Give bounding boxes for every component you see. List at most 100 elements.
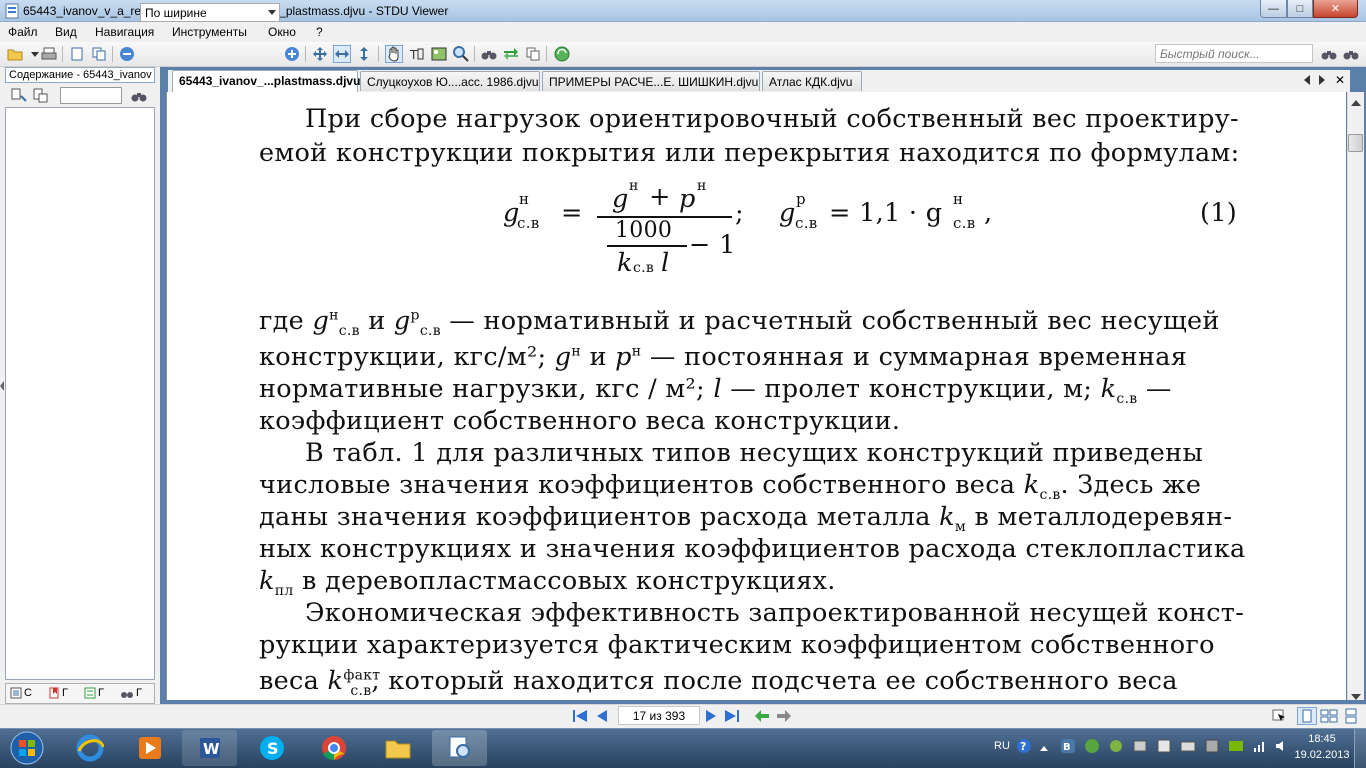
- sidebar-contents-tree[interactable]: [5, 107, 155, 680]
- tab-document-1[interactable]: 65443_ivanov_...plastmass.djvu: [172, 70, 360, 92]
- menu-file[interactable]: Файл: [8, 25, 38, 39]
- tab-document-3[interactable]: ПРИМЕРЫ РАСЧЕ...Е. ШИШКИН.djvu: [542, 71, 760, 91]
- taskbar-media-player[interactable]: [122, 730, 177, 766]
- tab-scroll-right-icon[interactable]: [1318, 74, 1326, 88]
- taskbar-skype[interactable]: S: [244, 730, 299, 766]
- print-icon[interactable]: [40, 45, 58, 63]
- tray-app-icon[interactable]: [1084, 738, 1100, 757]
- sidebar-tab-bookmarks[interactable]: Г: [46, 685, 80, 701]
- cursor-icon[interactable]: [1272, 709, 1286, 726]
- first-page-icon[interactable]: [572, 709, 588, 726]
- show-desktop-button[interactable]: [1354, 729, 1366, 768]
- nvidia-icon[interactable]: [1228, 738, 1244, 757]
- taskbar-chrome[interactable]: [306, 730, 361, 766]
- tab-document-4[interactable]: Атлас КДК.djvu: [762, 71, 862, 91]
- tray-app-icon[interactable]: [1204, 738, 1220, 757]
- close-button[interactable]: ✕: [1313, 0, 1358, 18]
- continuous-view-icon[interactable]: [1342, 708, 1360, 727]
- media-player-icon: [138, 737, 161, 759]
- binoculars-icon: [121, 692, 133, 698]
- sidebar-binoculars-icon[interactable]: [130, 87, 148, 105]
- volume-icon[interactable]: [1274, 738, 1290, 757]
- page-indicator[interactable]: 17 из 393: [618, 706, 700, 725]
- sidebar-tab-contents[interactable]: С: [8, 685, 42, 701]
- start-button[interactable]: [2, 729, 52, 767]
- fit-width-icon[interactable]: [333, 45, 351, 63]
- vertical-scrollbar[interactable]: [1347, 92, 1364, 700]
- clock-date[interactable]: 19.02.2013: [1294, 749, 1350, 761]
- page-icon[interactable]: [68, 45, 86, 63]
- menu-tools[interactable]: Инструменты: [172, 25, 247, 39]
- sidebar-title[interactable]: Содержание - 65443_ivanov: [5, 67, 155, 83]
- text-line: Экономическая эффективность запроектиров…: [305, 598, 1245, 628]
- clock-time[interactable]: 18:45: [1294, 733, 1350, 745]
- quick-search-input[interactable]: [1155, 44, 1313, 63]
- taskbar-word[interactable]: W: [182, 730, 237, 766]
- windows-logo-icon: [10, 731, 44, 765]
- zoom-in-icon[interactable]: [283, 45, 301, 63]
- copy-icon[interactable]: [90, 45, 108, 63]
- back-arrow-icon[interactable]: [754, 709, 770, 726]
- menu-view[interactable]: Вид: [55, 25, 77, 39]
- next-page-icon[interactable]: [705, 709, 717, 726]
- sidebar-splitter-arrow-icon[interactable]: [0, 380, 4, 391]
- taskbar-internet-explorer[interactable]: [62, 730, 117, 766]
- scroll-down-icon[interactable]: [1351, 690, 1361, 704]
- select-image-icon[interactable]: [430, 45, 448, 63]
- search-binoculars-icon[interactable]: [1320, 45, 1338, 63]
- document-view[interactable]: При сборе нагрузок ориентировочный собст…: [166, 92, 1346, 700]
- hand-tool-icon[interactable]: [385, 45, 403, 63]
- scrollbar-thumb[interactable]: [1348, 134, 1363, 152]
- toolbar-separator: [62, 46, 63, 62]
- network-icon[interactable]: [1252, 738, 1268, 757]
- zoom-select[interactable]: По ширине: [140, 3, 280, 22]
- svg-text:S: S: [267, 739, 279, 758]
- taskbar-stdu-viewer[interactable]: [432, 730, 487, 766]
- select-text-icon[interactable]: T: [408, 45, 426, 63]
- formula-minus-one: − 1: [689, 230, 736, 260]
- menu-help[interactable]: ?: [316, 25, 323, 39]
- tray-app-icon[interactable]: [1108, 738, 1124, 757]
- search-options-icon[interactable]: [1342, 45, 1360, 63]
- scroll-up-icon[interactable]: [1351, 96, 1361, 110]
- sidebar-tab-search[interactable]: Г: [118, 685, 152, 701]
- refresh-globe-icon[interactable]: [553, 45, 571, 63]
- formula-subscript: с.в: [517, 214, 540, 232]
- previous-page-icon[interactable]: [596, 709, 608, 726]
- open-folder-icon[interactable]: [6, 45, 24, 63]
- forward-arrow-icon[interactable]: [776, 709, 792, 726]
- formula-superscript: р: [796, 190, 806, 208]
- minimize-button[interactable]: —: [1260, 0, 1287, 18]
- text-line: конструкции, кгс/м²; gн и pн — постоянна…: [259, 342, 1188, 372]
- menu-navigation[interactable]: Навигация: [95, 25, 154, 39]
- keyboard-icon[interactable]: [1180, 738, 1196, 757]
- duplicate-icon[interactable]: [524, 45, 542, 63]
- language-indicator[interactable]: RU: [994, 740, 1010, 752]
- zoom-out-icon[interactable]: [118, 45, 136, 63]
- two-page-view-icon[interactable]: [1320, 708, 1338, 727]
- binoculars-icon[interactable]: [480, 45, 498, 63]
- formula-superscript: н: [697, 178, 707, 194]
- magnifier-icon[interactable]: [452, 45, 470, 63]
- tray-expand-icon[interactable]: [1040, 742, 1048, 756]
- sidebar-expand-icon[interactable]: [10, 87, 28, 105]
- tab-document-2[interactable]: Слуцкоухов Ю....асс. 1986.djvu: [360, 71, 540, 91]
- find-arrows-icon[interactable]: [502, 45, 520, 63]
- last-page-icon[interactable]: [724, 709, 740, 726]
- tab-close-icon[interactable]: ✕: [1335, 73, 1345, 87]
- taskbar-explorer[interactable]: [370, 730, 425, 766]
- tray-app-icon[interactable]: [1156, 738, 1172, 757]
- sidebar-search-input[interactable]: [60, 87, 122, 104]
- vk-icon[interactable]: B: [1060, 738, 1076, 757]
- fit-height-icon[interactable]: [355, 45, 373, 63]
- sidebar-collapse-icon[interactable]: [32, 87, 50, 105]
- tray-app-icon[interactable]: [1132, 738, 1148, 757]
- fit-page-icon[interactable]: [311, 45, 329, 63]
- menu-window[interactable]: Окно: [268, 25, 296, 39]
- help-icon[interactable]: ?: [1016, 738, 1032, 757]
- formula-subscript: с.в: [633, 260, 655, 276]
- sidebar-tab-thumbnails[interactable]: Г: [82, 685, 116, 701]
- tab-scroll-left-icon[interactable]: [1303, 74, 1311, 88]
- single-page-view-icon[interactable]: [1297, 707, 1317, 725]
- maximize-button[interactable]: □: [1287, 0, 1313, 18]
